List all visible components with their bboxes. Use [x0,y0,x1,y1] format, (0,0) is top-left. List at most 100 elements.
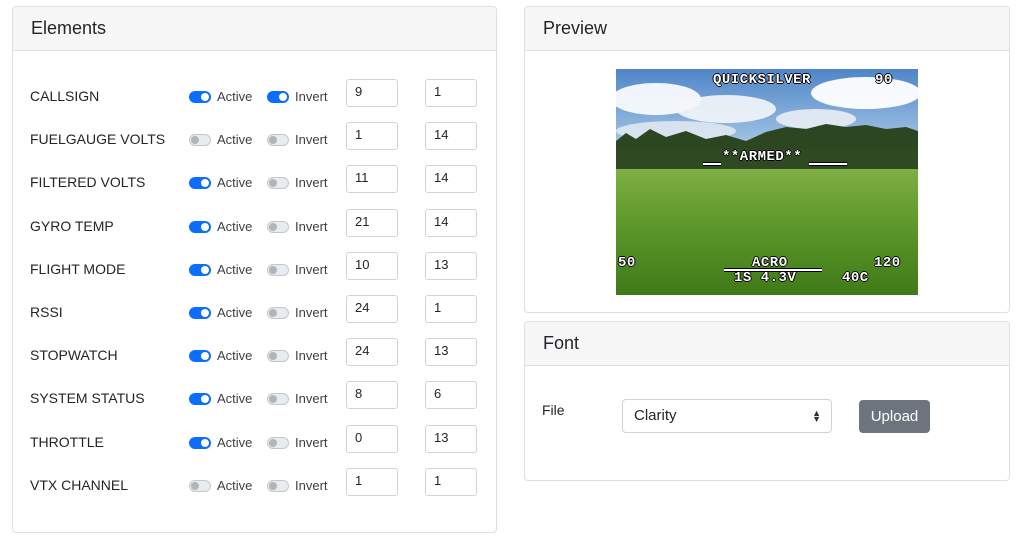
y-position-input[interactable]: 1 [425,295,477,323]
active-switch[interactable] [189,436,211,449]
switch-knob [201,222,209,231]
active-switch[interactable] [189,393,211,406]
x-position-input[interactable]: 1 [346,122,398,151]
invert-toggle[interactable]: Invert [267,176,328,190]
y-position-input[interactable]: 1 [425,79,477,107]
switch-knob [269,481,277,490]
y-position-input[interactable]: 14 [425,165,477,194]
y-position-input[interactable]: 14 [425,122,477,151]
y-position-input[interactable]: 13 [425,338,477,367]
invert-toggle[interactable]: Invert [267,392,328,406]
active-toggle[interactable]: Active [189,90,252,104]
active-label: Active [217,218,253,234]
invert-switch[interactable] [267,134,289,147]
invert-toggle[interactable]: Invert [267,133,328,147]
active-toggle[interactable]: Active [189,435,252,450]
element-name: STOPWATCH [30,347,118,364]
active-toggle[interactable]: Active [189,176,252,190]
invert-toggle[interactable]: Invert [267,261,328,277]
switch-knob [269,395,277,404]
active-toggle[interactable]: Active [189,261,253,277]
invert-switch[interactable] [267,479,289,492]
invert-toggle[interactable]: Invert [267,435,328,450]
element-row: RSSI Active Invert 24 1 [13,295,496,333]
x-position-input[interactable]: 24 [346,295,398,323]
element-name: RSSI [30,304,63,320]
x-position-input[interactable]: 0 [346,424,398,453]
active-switch[interactable] [189,263,211,276]
switch-knob [269,309,277,317]
x-position-input[interactable]: 10 [346,251,398,280]
x-position-input[interactable]: 8 [346,381,398,410]
active-switch[interactable] [189,134,211,147]
font-select[interactable]: Clarity ▲ ▼ [622,399,832,433]
active-label: Active [217,261,253,277]
invert-toggle[interactable]: Invert [267,306,328,320]
invert-toggle[interactable]: Invert [267,349,328,363]
x-position-input[interactable]: 1 [346,467,398,496]
active-toggle[interactable]: Active [189,218,253,234]
invert-switch[interactable] [267,350,289,363]
invert-label: Invert [295,348,328,364]
y-position-input[interactable]: 14 [425,208,477,237]
x-position-input[interactable]: 24 [346,338,398,367]
invert-label: Invert [295,391,328,407]
element-row: FLIGHT MODE Active Invert 10 13 [13,251,496,290]
y-position-input[interactable]: 13 [425,251,477,280]
element-name: THROTTLE [30,433,104,450]
invert-toggle[interactable]: Invert [267,477,328,493]
invert-toggle[interactable]: Invert [267,219,328,234]
invert-switch[interactable] [267,177,289,190]
switch-knob [279,93,287,101]
y-position-input[interactable]: 13 [425,424,477,453]
osd-armed-status: **ARMED** [722,149,803,165]
active-toggle[interactable]: Active [189,349,252,363]
x-position-input[interactable]: 21 [346,208,398,237]
invert-label: Invert [295,175,328,191]
invert-switch[interactable] [267,393,289,406]
element-row: FUELGAUGE VOLTS Active Invert 1 14 [13,122,496,160]
switch-knob [201,265,209,274]
osd-callsign: QUICKSILVER [713,72,811,88]
y-position-input[interactable]: 6 [425,381,477,410]
active-switch[interactable] [189,350,211,363]
invert-switch[interactable] [267,220,289,233]
invert-label: Invert [295,89,328,104]
osd-preview-image: QUICKSILVER 90 **ARMED** 50 ACRO 120 1S … [616,69,918,295]
preview-card: Preview QUICKSILVER 90 **ARMED** 50 ACRO… [524,6,1010,313]
element-row: THROTTLE Active Invert 0 13 [13,424,496,463]
element-row: STOPWATCH Active Invert 24 13 [13,338,496,376]
switch-knob [269,438,277,447]
y-position-input[interactable]: 1 [425,467,477,496]
upload-button[interactable]: Upload [859,400,930,433]
active-switch[interactable] [189,177,211,190]
invert-label: Invert [295,261,328,277]
active-label: Active [217,305,253,320]
invert-toggle[interactable]: Invert [267,90,328,104]
invert-label: Invert [295,477,328,493]
active-toggle[interactable]: Active [189,392,252,406]
active-switch[interactable] [189,479,211,492]
active-toggle[interactable]: Active [189,478,252,493]
invert-switch[interactable] [267,91,289,103]
font-select-value: Clarity [634,407,677,424]
osd-temperature: 40C [842,270,869,286]
switch-knob [269,136,277,145]
active-toggle[interactable]: Active [189,306,252,320]
preview-title: Preview [525,7,1009,51]
invert-switch[interactable] [267,263,289,276]
x-position-input[interactable]: 11 [346,165,398,194]
active-toggle[interactable]: Active [189,133,252,147]
x-position-input[interactable]: 9 [346,79,398,107]
switch-knob [269,352,277,361]
osd-flight-mode: ACRO [752,255,788,271]
select-updown-icon: ▲ ▼ [812,408,821,424]
element-name: FLIGHT MODE [30,260,126,277]
invert-switch[interactable] [267,436,289,449]
switch-knob [201,395,209,404]
active-switch[interactable] [189,220,211,233]
active-switch[interactable] [189,307,211,319]
invert-switch[interactable] [267,307,289,319]
active-switch[interactable] [189,91,211,103]
element-row: SYSTEM STATUS Active Invert 8 6 [13,381,496,419]
